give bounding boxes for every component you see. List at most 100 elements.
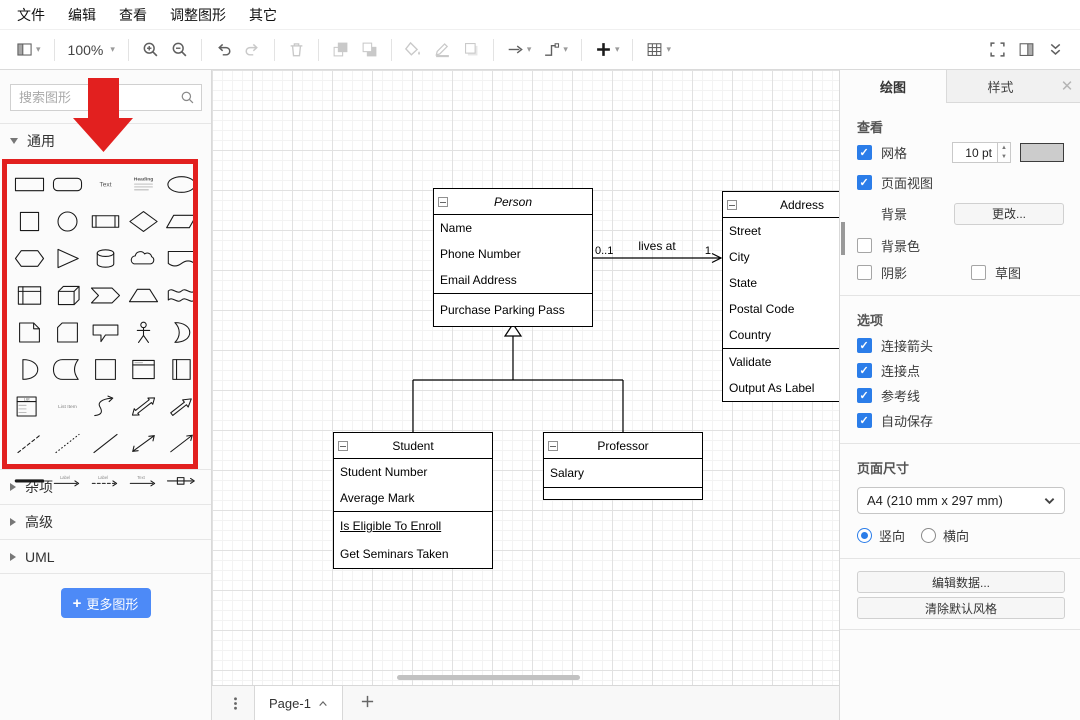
search-input[interactable] [11,85,201,110]
shape-directional-connector[interactable] [163,429,201,457]
source-multiplicity-label[interactable]: 0..1 [595,245,613,257]
shape-diamond[interactable] [125,207,163,235]
class-attribute[interactable]: Average Mark [334,485,492,511]
shadow-checkbox[interactable] [857,265,872,280]
search-icon[interactable] [180,90,195,105]
menu-extras[interactable]: 其它 [246,3,280,27]
shape-and[interactable] [10,355,48,383]
class-attribute[interactable]: Email Address [434,267,592,293]
shape-line[interactable] [86,429,124,457]
target-multiplicity-label[interactable]: 1 [705,245,711,257]
shape-internal-storage[interactable] [10,281,48,309]
canvas-vertical-scrollbar[interactable] [841,222,845,255]
connection-points-checkbox[interactable] [857,363,872,378]
shape-connector-shape[interactable] [163,466,201,494]
pages-menu-button[interactable] [226,691,244,715]
class-method[interactable]: Output As Label [723,375,839,401]
shape-ellipse[interactable] [163,170,201,198]
shape-note[interactable] [10,318,48,346]
undo-button[interactable] [209,35,238,65]
zoom-select[interactable]: 100% ▾ [62,35,121,65]
clear-default-style-button[interactable]: 清除默认风格 [857,597,1065,619]
collapse-icon[interactable] [438,197,448,207]
shape-link[interactable]: Label [48,466,86,494]
shape-window[interactable] [125,355,163,383]
paper-size-select[interactable]: A4 (210 mm x 297 mm) [857,487,1065,514]
collapse-icon[interactable] [338,441,348,451]
shape-process[interactable] [86,207,124,235]
view-button[interactable]: ▾ [10,35,47,65]
shape-trapezoid[interactable] [125,281,163,309]
shape-list[interactable]: List [10,392,48,420]
shape-heading[interactable]: Heading [125,170,163,198]
guides-checkbox[interactable] [857,388,872,403]
shape-cylinder[interactable] [86,244,124,272]
shape-list-item[interactable]: List Item [48,392,86,420]
class-attribute[interactable]: Name [434,215,592,241]
to-front-button[interactable] [326,35,355,65]
shape-document[interactable] [163,244,201,272]
class-attribute[interactable]: Phone Number [434,241,592,267]
page-tab[interactable]: Page-1 [254,686,343,720]
to-back-button[interactable] [355,35,384,65]
portrait-radio[interactable] [857,528,872,543]
landscape-radio[interactable] [921,528,936,543]
uml-class-student[interactable]: Student Student Number Average Mark Is E… [333,432,493,569]
zoom-out-button[interactable] [165,35,194,65]
waypoints-button[interactable]: ▾ [537,35,574,65]
change-background-button[interactable]: 更改... [954,203,1064,225]
format-panel-toggle[interactable] [1012,35,1041,65]
class-attribute[interactable]: Country [723,322,839,348]
grid-size-input[interactable]: 10 pt [952,142,998,163]
shape-bidirectional-connector[interactable] [125,429,163,457]
page-view-checkbox[interactable] [857,175,872,190]
shape-vertical-container[interactable] [163,355,201,383]
shape-container[interactable] [86,355,124,383]
shape-cloud[interactable] [125,244,163,272]
more-shapes-button[interactable]: + 更多图形 [61,588,151,618]
class-attribute[interactable]: City [723,244,839,270]
connection-arrows-checkbox[interactable] [857,338,872,353]
shape-dotted-line[interactable] [48,429,86,457]
collapse-icon[interactable] [727,200,737,210]
sketch-checkbox[interactable] [971,265,986,280]
shape-card[interactable] [48,318,86,346]
association-label[interactable]: lives at [638,239,676,253]
shape-or[interactable] [163,318,201,346]
shape-triangle[interactable] [48,244,86,272]
uml-class-person[interactable]: Person Name Phone Number Email Address P… [433,188,593,327]
uml-class-professor[interactable]: Professor Salary [543,432,703,500]
sidebar-section-uml[interactable]: UML [0,539,211,574]
menu-edit[interactable]: 编辑 [65,3,99,27]
shape-filled-edge[interactable] [10,466,48,494]
shape-bidirectional-arrow[interactable] [125,392,163,420]
collapse-icon[interactable] [548,441,558,451]
autosave-checkbox[interactable] [857,413,872,428]
redo-button[interactable] [238,35,267,65]
table-button[interactable]: ▾ [640,35,677,65]
class-attribute[interactable]: Street [723,218,839,244]
drawing-canvas[interactable]: 0..1 lives at 1 Person Name Phone Number… [212,70,839,685]
shape-data-storage[interactable] [48,355,86,383]
class-method[interactable]: Validate [723,349,839,375]
shape-hexagon[interactable] [10,244,48,272]
close-icon[interactable]: ✕ [1054,70,1080,102]
grid-size-stepper[interactable]: ▲▼ [998,142,1011,163]
shape-curve[interactable] [86,392,124,420]
edit-data-button[interactable]: 编辑数据... [857,571,1065,593]
class-method[interactable]: Get Seminars Taken [334,540,492,568]
shape-cube[interactable] [48,281,86,309]
line-color-button[interactable] [428,35,457,65]
shape-arrow[interactable] [163,392,201,420]
shape-step[interactable] [86,281,124,309]
shape-rectangle[interactable] [10,170,48,198]
class-method[interactable]: Purchase Parking Pass [434,294,592,326]
class-method[interactable]: Is Eligible To Enroll [334,512,492,540]
menu-arrange[interactable]: 调整图形 [167,3,229,27]
class-attribute[interactable]: Student Number [334,459,492,485]
tab-diagram[interactable]: 绘图 [840,70,947,103]
grid-color-swatch[interactable] [1020,143,1064,162]
shape-actor[interactable] [125,318,163,346]
zoom-in-button[interactable] [136,35,165,65]
shape-text[interactable]: Text [86,170,124,198]
